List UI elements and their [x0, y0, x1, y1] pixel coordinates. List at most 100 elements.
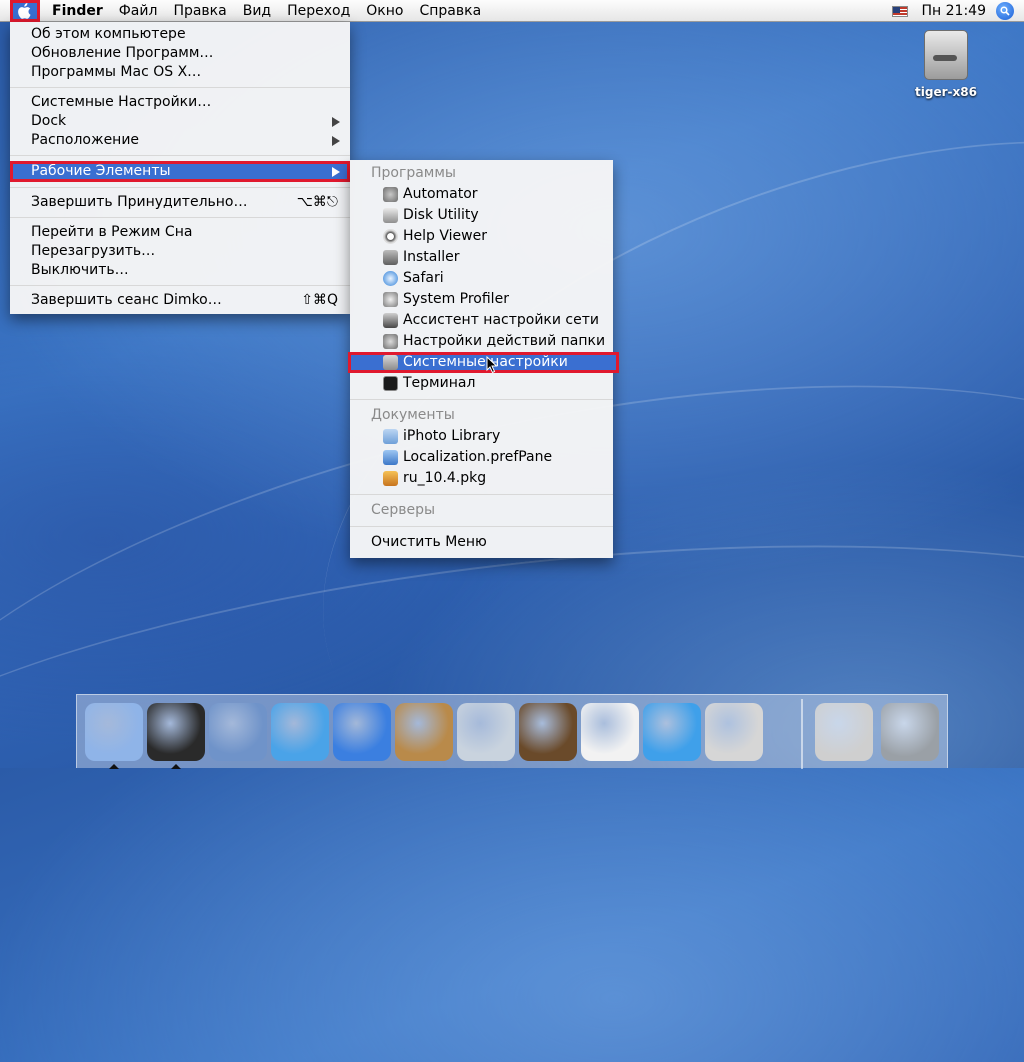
recent-app-disk-utility[interactable]: Disk Utility: [350, 205, 613, 226]
menu-separator: [350, 494, 613, 495]
folder-actions-icon: [383, 334, 398, 349]
menu-item-about[interactable]: Об этом компьютере: [10, 25, 350, 44]
spotlight-icon[interactable]: [996, 2, 1014, 20]
submenu-arrow-icon: [332, 167, 340, 177]
menu-item-label: Системные Настройки…: [31, 94, 212, 110]
menu-separator: [10, 155, 350, 156]
menu-item-label: Перейти в Режим Сна: [31, 224, 193, 240]
recent-doc-label: Localization.prefPane: [403, 449, 553, 465]
menu-separator: [350, 526, 613, 527]
section-header-applications: Программы: [371, 165, 456, 181]
recent-app-automator[interactable]: Automator: [350, 184, 613, 205]
recent-items-submenu: Программы Automator Disk Utility Help Vi…: [348, 160, 619, 558]
menu-item-label: Обновление Программ…: [31, 45, 214, 61]
menu-go[interactable]: Переход: [279, 0, 358, 22]
running-indicator-icon: [171, 764, 181, 769]
menu-item-force-quit[interactable]: Завершить Принудительно… ⌥⌘⎋: [10, 193, 350, 212]
menu-item-location[interactable]: Расположение: [10, 131, 350, 150]
system-preferences-icon[interactable]: [705, 703, 763, 761]
menu-item-label: Завершить Принудительно…: [31, 194, 248, 210]
menu-item-shortcut: ⇧⌘Q: [301, 292, 338, 308]
apple-menu: Об этом компьютере Обновление Программ… …: [10, 22, 350, 314]
clear-menu-item[interactable]: Очистить Меню: [350, 532, 613, 553]
menu-bar: Finder Файл Правка Вид Переход Окно Спра…: [0, 0, 1024, 22]
recent-app-label: Терминал: [403, 375, 476, 391]
menu-item-label: Перезагрузить…: [31, 243, 156, 259]
menu-edit[interactable]: Правка: [165, 0, 234, 22]
safari-icon[interactable]: [271, 703, 329, 761]
menu-window[interactable]: Окно: [358, 0, 411, 22]
menu-item-software-update[interactable]: Обновление Программ…: [10, 44, 350, 63]
menu-separator: [350, 399, 613, 400]
menu-item-restart[interactable]: Перезагрузить…: [10, 242, 350, 261]
dashboard-icon[interactable]: [147, 703, 205, 761]
menu-separator: [10, 187, 350, 188]
recent-app-system-profiler[interactable]: System Profiler: [350, 289, 613, 310]
disk-utility-icon: [383, 208, 398, 223]
recent-app-installer[interactable]: Installer: [350, 247, 613, 268]
recent-doc-package[interactable]: ru_10.4.pkg: [350, 468, 613, 489]
finder-icon[interactable]: [85, 703, 143, 761]
menu-item-log-out[interactable]: Завершить сеанс Dimko… ⇧⌘Q: [10, 291, 350, 310]
address-book-icon[interactable]: [395, 703, 453, 761]
terminal-icon: [383, 376, 398, 391]
us-flag-icon[interactable]: [891, 5, 908, 17]
menu-separator: [10, 285, 350, 286]
recent-app-label: Настройки действий папки: [403, 333, 606, 349]
recent-app-system-preferences[interactable]: Системные настройки: [348, 352, 619, 374]
recent-app-label: Installer: [403, 249, 460, 265]
menu-item-shortcut: ⌥⌘⎋: [296, 194, 338, 210]
menu-view[interactable]: Вид: [235, 0, 279, 22]
menu-item-label: Выключить…: [31, 262, 129, 278]
menu-item-label: Расположение: [31, 132, 140, 148]
menu-item-shutdown[interactable]: Выключить…: [10, 261, 350, 280]
recent-app-label: Disk Utility: [403, 207, 479, 223]
recent-doc-iphoto-library[interactable]: iPhoto Library: [350, 426, 613, 447]
menu-file[interactable]: Файл: [111, 0, 166, 22]
menubar-clock[interactable]: Пн 21:49: [922, 3, 986, 19]
ichat-icon[interactable]: [333, 703, 391, 761]
recent-app-terminal[interactable]: Терминал: [350, 373, 613, 394]
menu-separator: [10, 217, 350, 218]
trash-icon[interactable]: [881, 703, 939, 761]
apple-menu-button[interactable]: [10, 0, 40, 22]
submenu-arrow-icon: [332, 136, 340, 146]
hard-drive-label: tiger-x86: [915, 85, 977, 99]
recent-app-label: Automator: [403, 186, 478, 202]
menu-item-recent-items[interactable]: Рабочие Элементы: [10, 161, 350, 182]
dock: [76, 694, 948, 769]
recent-app-help-viewer[interactable]: Help Viewer: [350, 226, 613, 247]
recent-doc-localization[interactable]: Localization.prefPane: [350, 447, 613, 468]
recent-app-label: System Profiler: [403, 291, 509, 307]
recent-doc-label: ru_10.4.pkg: [403, 470, 487, 486]
network-assistant-icon: [383, 313, 398, 328]
submenu-arrow-icon: [332, 117, 340, 127]
menu-help[interactable]: Справка: [411, 0, 489, 22]
automator-icon: [383, 187, 398, 202]
mail-icon[interactable]: [209, 703, 267, 761]
itunes-icon[interactable]: [457, 703, 515, 761]
menu-separator: [10, 87, 350, 88]
recent-app-label: Help Viewer: [403, 228, 487, 244]
menu-item-sleep[interactable]: Перейти в Режим Сна: [10, 223, 350, 242]
menu-item-mac-os-software[interactable]: Программы Mac OS X…: [10, 63, 350, 82]
menu-finder[interactable]: Finder: [44, 0, 111, 22]
quicktime-icon[interactable]: [643, 703, 701, 761]
recent-app-folder-actions[interactable]: Настройки действий папки: [350, 331, 613, 352]
menu-item-dock[interactable]: Dock: [10, 112, 350, 131]
menu-item-label: Завершить сеанс Dimko…: [31, 292, 222, 308]
mouse-cursor-icon: [486, 356, 498, 374]
dock-divider: [801, 699, 803, 769]
desktop-hard-drive[interactable]: tiger-x86: [914, 30, 978, 99]
mail-stamp-icon[interactable]: [815, 703, 873, 761]
ical-icon[interactable]: [581, 703, 639, 761]
help-viewer-icon: [383, 229, 398, 244]
iphoto-icon[interactable]: [519, 703, 577, 761]
recent-app-network-assistant[interactable]: Ассистент настройки сети: [350, 310, 613, 331]
menu-item-label: Рабочие Элементы: [31, 163, 171, 179]
installer-icon: [383, 250, 398, 265]
recent-app-safari[interactable]: Safari: [350, 268, 613, 289]
apple-logo-icon: [18, 2, 31, 19]
menu-item-system-preferences[interactable]: Системные Настройки…: [10, 93, 350, 112]
menu-item-label: Программы Mac OS X…: [31, 64, 202, 80]
